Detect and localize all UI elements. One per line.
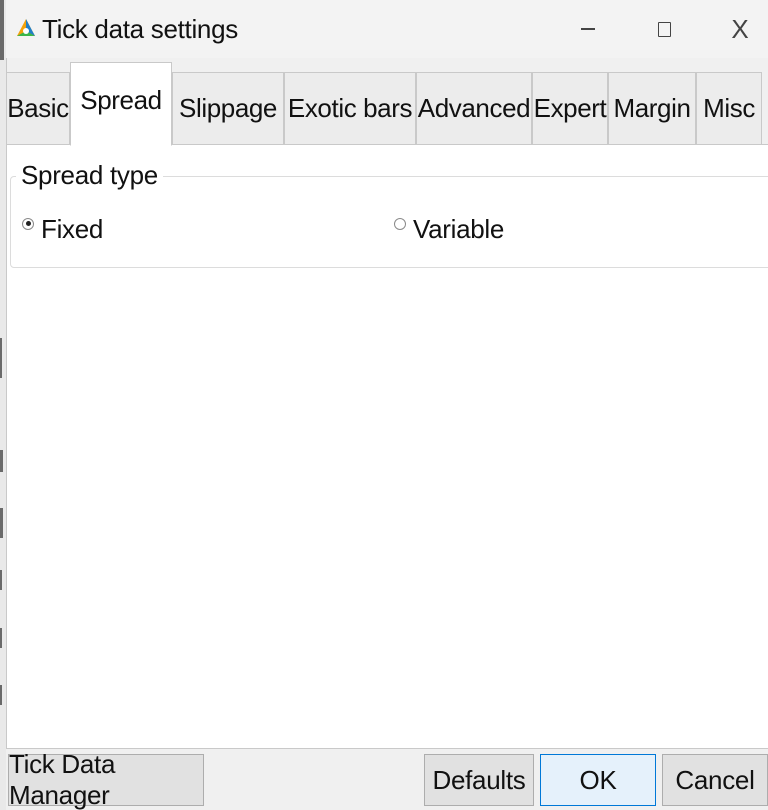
minimize-icon bbox=[581, 28, 595, 30]
edge-mark bbox=[0, 685, 2, 705]
spread-type-legend: Spread type bbox=[16, 160, 163, 191]
edge-mark bbox=[0, 628, 2, 648]
maximize-icon bbox=[657, 21, 671, 37]
tab-exotic-bars[interactable]: Exotic bars bbox=[284, 72, 416, 144]
fixed-radio-label: Fixed bbox=[41, 214, 104, 244]
tab-expert[interactable]: Expert bbox=[532, 72, 608, 144]
minimize-button[interactable] bbox=[552, 0, 624, 58]
cancel-button[interactable]: Cancel bbox=[662, 754, 768, 806]
variable-radio[interactable]: Variable bbox=[394, 214, 504, 245]
tab-basic[interactable]: Basic bbox=[6, 72, 70, 144]
tab-margin[interactable]: Margin bbox=[608, 72, 696, 144]
tick-data-settings-window: Tick data settings X Basic Spread Slippa… bbox=[0, 0, 768, 810]
variable-radio-label: Variable bbox=[413, 214, 505, 244]
close-icon: X bbox=[731, 14, 749, 44]
radio-checked-icon bbox=[22, 217, 34, 230]
edge-mark bbox=[0, 0, 4, 60]
maximize-button[interactable] bbox=[628, 0, 700, 58]
edge-mark bbox=[0, 508, 3, 538]
radio-unchecked-icon bbox=[394, 217, 406, 230]
edge-mark bbox=[0, 338, 2, 378]
ok-button[interactable]: OK bbox=[540, 754, 656, 806]
close-button[interactable]: X bbox=[704, 0, 768, 58]
tab-slippage[interactable]: Slippage bbox=[172, 72, 284, 144]
edge-mark bbox=[0, 450, 3, 472]
fixed-radio[interactable]: Fixed bbox=[22, 214, 103, 245]
tab-spread[interactable]: Spread bbox=[70, 62, 172, 146]
title-bar[interactable]: Tick data settings X bbox=[6, 0, 768, 58]
defaults-button[interactable]: Defaults bbox=[424, 754, 534, 806]
tab-advanced[interactable]: Advanced bbox=[416, 72, 532, 144]
tick-data-manager-button[interactable]: Tick Data Manager bbox=[8, 749, 204, 810]
tab-misc[interactable]: Misc bbox=[696, 72, 762, 144]
edge-mark bbox=[0, 570, 2, 590]
window-title: Tick data settings bbox=[42, 14, 238, 44]
app-logo-icon bbox=[17, 19, 35, 36]
